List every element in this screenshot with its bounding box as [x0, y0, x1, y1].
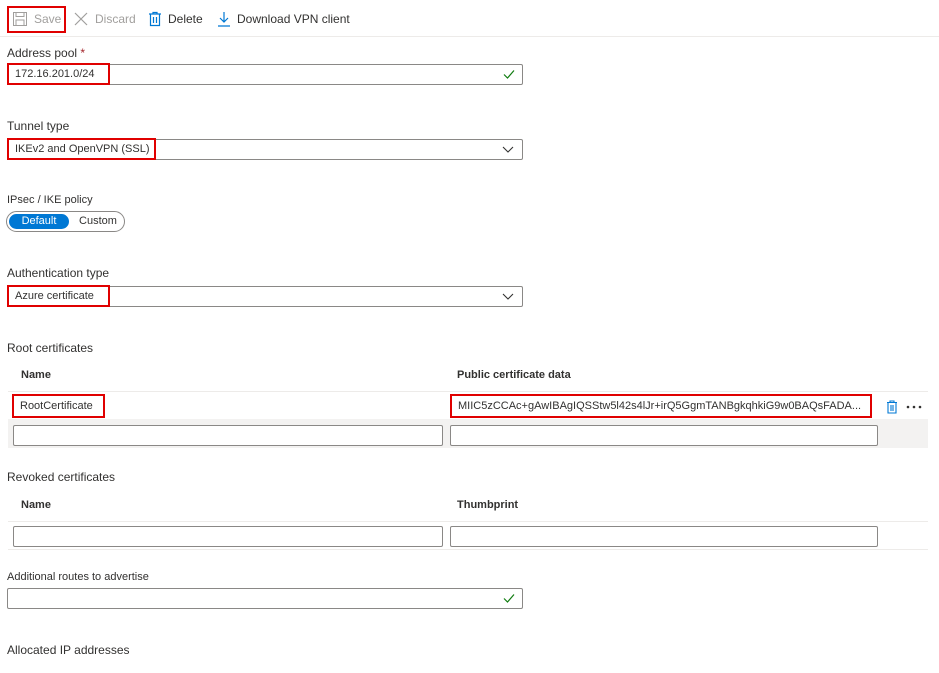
- authentication-type-dropdown[interactable]: Azure certificate: [7, 286, 523, 307]
- root-certificates-label: Root certificates: [7, 341, 94, 355]
- more-options-icon[interactable]: [906, 405, 922, 409]
- delete-button[interactable]: Delete: [148, 8, 203, 30]
- required-mark: *: [80, 46, 86, 60]
- ipsec-policy-toggle: Default Custom: [6, 211, 125, 232]
- close-icon: [74, 12, 88, 26]
- discard-button[interactable]: Discard: [73, 8, 136, 30]
- save-icon: [13, 12, 27, 26]
- check-icon: [503, 594, 515, 603]
- divider: [8, 391, 928, 392]
- tunnel-type-dropdown[interactable]: IKEv2 and OpenVPN (SSL): [7, 139, 523, 160]
- save-label: Save: [34, 12, 62, 26]
- check-icon: [503, 70, 515, 79]
- root-cert-row-name[interactable]: RootCertificate: [20, 400, 93, 412]
- authentication-type-value: Azure certificate: [15, 290, 94, 302]
- revoked-cert-column-thumbprint: Thumbprint: [457, 499, 519, 511]
- download-icon: [218, 12, 230, 27]
- delete-label: Delete: [168, 12, 203, 26]
- download-vpn-client-button[interactable]: Download VPN client: [217, 8, 350, 30]
- tunnel-type-label: Tunnel type: [7, 119, 70, 133]
- chevron-down-icon: [502, 146, 514, 153]
- divider: [8, 549, 928, 550]
- address-pool-input[interactable]: 172.16.201.0/24: [7, 64, 523, 85]
- allocated-ip-addresses-label: Allocated IP addresses: [7, 643, 130, 657]
- revoked-cert-name-input[interactable]: [13, 526, 443, 547]
- new-root-cert-data-input[interactable]: [450, 425, 878, 446]
- chevron-down-icon: [502, 293, 514, 300]
- revoked-cert-thumbprint-input[interactable]: [450, 526, 878, 547]
- ipsec-policy-option-default[interactable]: Default: [9, 214, 69, 229]
- new-root-cert-name-input[interactable]: [13, 425, 443, 446]
- additional-routes-label: Additional routes to advertise: [7, 571, 149, 583]
- divider: [8, 521, 928, 522]
- root-cert-row-data[interactable]: MIIC5zCCAc+gAwIBAgIQSStw5l42s4lJr+irQ5Gg…: [458, 400, 866, 412]
- save-button[interactable]: Save: [12, 8, 61, 30]
- additional-routes-input[interactable]: [7, 588, 523, 609]
- root-cert-column-data: Public certificate data: [457, 369, 571, 381]
- trash-icon: [149, 11, 161, 27]
- address-pool-label: Address pool *: [7, 46, 86, 60]
- revoked-cert-column-name: Name: [21, 499, 51, 511]
- root-cert-column-name: Name: [21, 369, 51, 381]
- revoked-certificates-label: Revoked certificates: [7, 470, 116, 484]
- address-pool-value: 172.16.201.0/24: [15, 68, 95, 80]
- authentication-type-label: Authentication type: [7, 266, 110, 280]
- ipsec-policy-option-custom[interactable]: Custom: [73, 214, 123, 229]
- ipsec-policy-label: IPsec / IKE policy: [7, 194, 93, 206]
- download-label: Download VPN client: [237, 12, 350, 26]
- command-bar: Save Discard Delete Download VPN client: [0, 0, 939, 37]
- tunnel-type-value: IKEv2 and OpenVPN (SSL): [15, 143, 150, 155]
- trash-icon[interactable]: [886, 400, 898, 414]
- discard-label: Discard: [95, 12, 136, 26]
